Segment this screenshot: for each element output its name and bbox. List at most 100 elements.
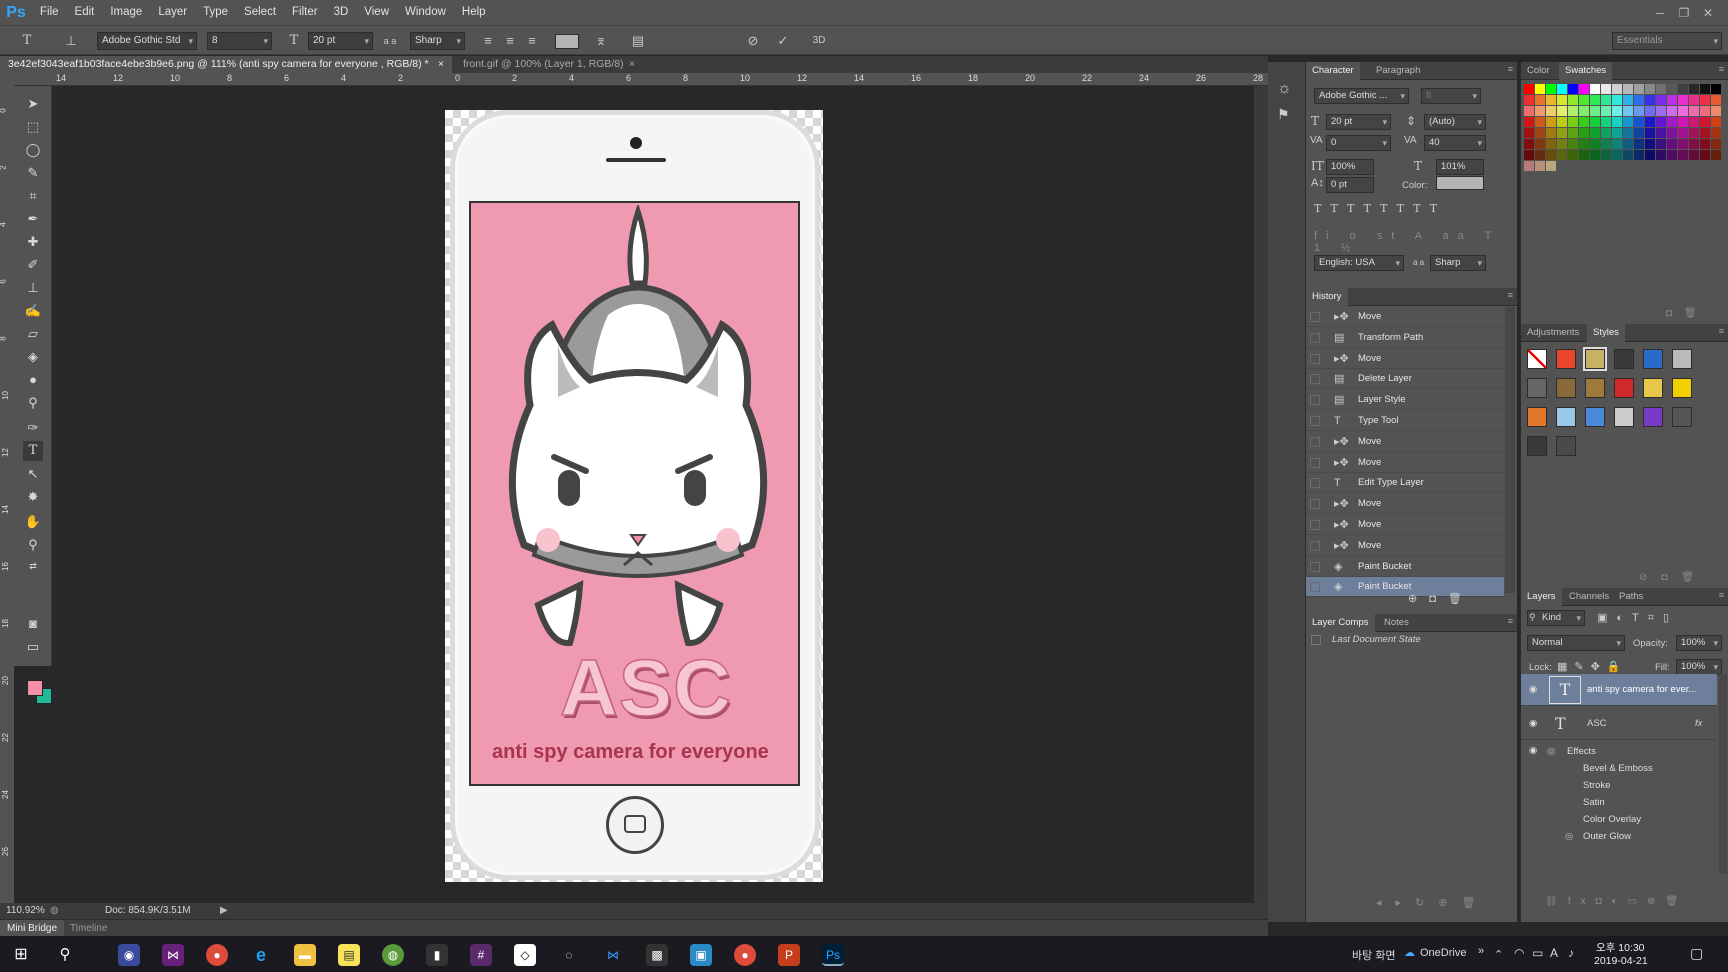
last-document-state[interactable]: Last Document State xyxy=(1332,634,1421,645)
color-swatch[interactable] xyxy=(1656,95,1666,105)
history-item[interactable]: ▸✥ Move xyxy=(1306,494,1504,515)
layer-name[interactable]: anti spy camera for ever... xyxy=(1587,674,1696,706)
tab-close-icon[interactable]: × xyxy=(629,56,635,73)
color-swatch[interactable] xyxy=(1568,95,1578,105)
color-swatch[interactable] xyxy=(1711,95,1721,105)
color-swatch[interactable] xyxy=(1568,84,1578,94)
layers-scrollbar[interactable] xyxy=(1719,674,1727,874)
color-swatch[interactable] xyxy=(1612,139,1622,149)
dodge-tool-icon[interactable]: ⚲ xyxy=(23,393,43,413)
color-swatch[interactable] xyxy=(1667,106,1677,116)
unity-icon[interactable]: ◇ xyxy=(514,944,536,966)
swatch-grid[interactable] xyxy=(1524,84,1724,176)
fx-icon[interactable]: fx xyxy=(1695,708,1702,740)
effect-item[interactable]: Color Overlay xyxy=(1583,814,1641,825)
tab-mini-bridge[interactable]: Mini Bridge xyxy=(0,920,65,937)
pen-tool-icon[interactable]: ✑ xyxy=(23,418,43,438)
color-swatch[interactable] xyxy=(1568,106,1578,116)
history-item[interactable]: ▸✥ Move xyxy=(1306,307,1504,327)
color-swatch[interactable] xyxy=(1645,150,1655,160)
game-icon[interactable]: ▩ xyxy=(646,944,668,966)
color-swatch[interactable] xyxy=(1623,95,1633,105)
toolbar-expand-icon[interactable]: » xyxy=(1478,945,1484,957)
3d-icon[interactable]: 3D xyxy=(810,32,828,50)
color-swatch[interactable] xyxy=(1601,117,1611,127)
cancel-icon[interactable]: ⊘ xyxy=(744,32,762,50)
tab-layers[interactable]: Layers xyxy=(1521,588,1562,606)
char-leading[interactable]: (Auto) xyxy=(1424,114,1486,130)
color-swatch[interactable] xyxy=(1700,84,1710,94)
color-swatch[interactable] xyxy=(1700,117,1710,127)
layer-row[interactable]: ◉ T anti spy camera for ever... xyxy=(1521,674,1717,706)
char-kerning[interactable]: 0 xyxy=(1326,135,1391,151)
visibility-eye-icon[interactable]: ◉ xyxy=(1529,708,1537,740)
color-swatch[interactable] xyxy=(1667,117,1677,127)
visibility-eye-icon[interactable]: ◉ xyxy=(1529,674,1537,706)
color-swatch[interactable] xyxy=(1612,106,1622,116)
color-swatch[interactable] xyxy=(1612,84,1622,94)
color-swatch[interactable] xyxy=(1689,150,1699,160)
color-swatch[interactable] xyxy=(1623,117,1633,127)
color-swatch[interactable] xyxy=(1590,128,1600,138)
color-swatch[interactable] xyxy=(1579,95,1589,105)
tab-document-2[interactable]: front.gif @ 100% (Layer 1, RGB/8) × xyxy=(455,56,641,73)
color-swatch[interactable] xyxy=(1623,84,1633,94)
color-swatch[interactable] xyxy=(1546,84,1556,94)
color-swatch[interactable] xyxy=(1700,106,1710,116)
align-left-icon[interactable]: ≡ xyxy=(479,32,497,50)
effects-toggle-icon[interactable]: ◎ xyxy=(1547,746,1555,757)
color-swatch[interactable] xyxy=(1535,150,1545,160)
panel-menu-icon[interactable]: ≡ xyxy=(1719,64,1724,74)
color-swatch[interactable] xyxy=(1656,106,1666,116)
color-swatch[interactable] xyxy=(1634,95,1644,105)
color-swatch[interactable] xyxy=(1524,117,1534,127)
tab-character[interactable]: Character xyxy=(1306,62,1360,80)
ime-indicator[interactable]: A xyxy=(1550,946,1558,960)
history-scrollbar[interactable] xyxy=(1505,307,1515,593)
style-preset[interactable] xyxy=(1614,378,1634,398)
color-swatch[interactable] xyxy=(1711,84,1721,94)
char-language[interactable]: English: USA xyxy=(1314,255,1404,271)
color-swatch[interactable] xyxy=(1590,95,1600,105)
warp-text-icon[interactable]: ⌆ xyxy=(592,32,610,50)
crop-tool-icon[interactable]: ⌗ xyxy=(23,186,43,206)
type-tool-icon[interactable]: T xyxy=(23,441,43,461)
layer-row[interactable]: ◉ T ASC fx xyxy=(1521,708,1717,740)
color-swatch[interactable] xyxy=(1601,150,1611,160)
desktop-toolbar-label[interactable]: 바탕 화면 xyxy=(1352,947,1396,963)
style-preset[interactable] xyxy=(1556,349,1576,369)
history-snapshot-checkbox[interactable] xyxy=(1310,436,1320,447)
char-color-swatch[interactable] xyxy=(1436,176,1484,190)
color-swatch[interactable] xyxy=(1612,150,1622,160)
tab-notes[interactable]: Notes xyxy=(1378,614,1415,632)
color-swatch[interactable] xyxy=(1689,84,1699,94)
history-item[interactable]: ▸✥ Move xyxy=(1306,515,1504,535)
history-snapshot-checkbox[interactable] xyxy=(1310,457,1320,468)
color-swatch[interactable] xyxy=(1645,84,1655,94)
color-swatch[interactable] xyxy=(1634,84,1644,94)
color-swatch[interactable] xyxy=(1590,84,1600,94)
tab-color[interactable]: Color xyxy=(1521,62,1556,80)
styles-icon[interactable]: ⚑ xyxy=(1277,106,1290,123)
color-swatch[interactable] xyxy=(1524,150,1534,160)
style-preset[interactable] xyxy=(1556,436,1576,456)
color-swatch[interactable] xyxy=(1535,106,1545,116)
color-swatch[interactable] xyxy=(1678,139,1688,149)
menu-image[interactable]: Image xyxy=(102,0,150,25)
color-swatch[interactable] xyxy=(1579,84,1589,94)
color-swatch[interactable] xyxy=(1590,150,1600,160)
menu-view[interactable]: View xyxy=(356,0,397,25)
color-swatch[interactable] xyxy=(1689,106,1699,116)
quick-mask-icon[interactable]: ◙ xyxy=(23,614,43,634)
history-item[interactable]: ▤ Layer Style xyxy=(1306,390,1504,411)
powerpoint-icon[interactable]: P xyxy=(778,944,800,966)
status-info-icon[interactable]: ◍ xyxy=(50,903,59,919)
color-swatch[interactable] xyxy=(1700,150,1710,160)
custom-shape-tool-icon[interactable]: ✸ xyxy=(23,487,43,507)
history-snapshot-checkbox[interactable] xyxy=(1310,540,1320,551)
tab-paragraph[interactable]: Paragraph xyxy=(1370,62,1426,80)
style-preset[interactable] xyxy=(1527,436,1547,456)
color-swatch[interactable] xyxy=(1634,117,1644,127)
quick-selection-tool-icon[interactable]: ✎ xyxy=(23,163,43,183)
menu-help[interactable]: Help xyxy=(454,0,494,25)
